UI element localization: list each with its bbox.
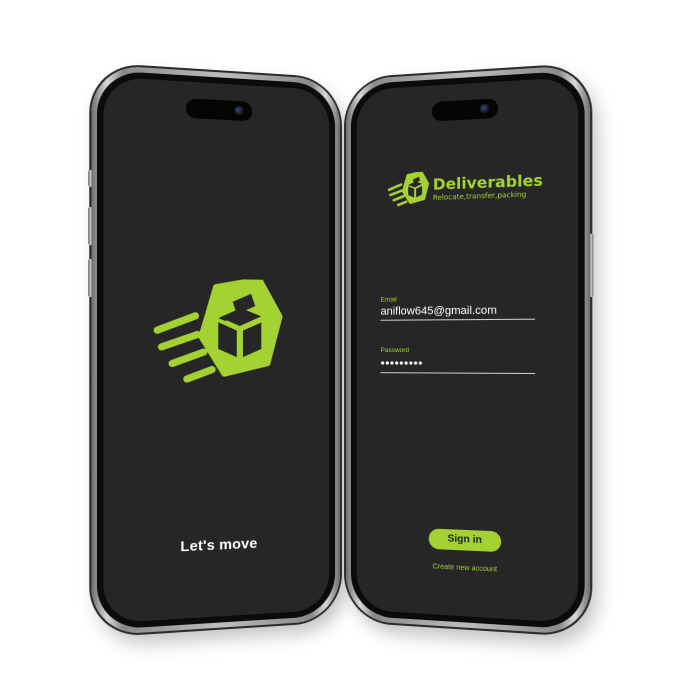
volume-up-button	[88, 206, 93, 246]
dynamic-island	[185, 98, 253, 122]
login-screen: Deliverables Relocate,transfer,packing E…	[356, 76, 579, 624]
splash-tagline: Let's move	[180, 534, 258, 555]
brand-text: Deliverables Relocate,transfer,packing	[432, 171, 543, 203]
splash-screen: Let's move	[103, 76, 330, 624]
action-button	[88, 169, 93, 188]
camera-icon	[480, 103, 490, 114]
email-input[interactable]: aniflow645@gmail.com	[380, 304, 536, 321]
create-account-link[interactable]: Create new account	[357, 560, 578, 578]
phone-login: Deliverables Relocate,transfer,packing E…	[346, 64, 594, 636]
password-label: Password	[380, 346, 410, 355]
mockup-stage: Let's move Deliverables Relocate,transfe…	[0, 0, 700, 700]
brand-name: Deliverables	[432, 171, 543, 194]
brand-header: Deliverables Relocate,transfer,packing	[386, 167, 543, 210]
email-field[interactable]: Email aniflow645@gmail.com	[380, 295, 536, 321]
power-button	[589, 233, 594, 298]
password-input[interactable]: •••••••••	[380, 356, 536, 375]
volume-down-button	[88, 258, 93, 298]
box-delivery-logo-icon	[151, 278, 286, 393]
box-delivery-logo-icon	[386, 171, 430, 209]
dynamic-island	[431, 98, 498, 122]
password-field[interactable]: Password •••••••••	[380, 346, 536, 375]
brand-subtitle: Relocate,transfer,packing	[432, 190, 527, 203]
camera-icon	[234, 106, 244, 116]
email-label: Email	[380, 296, 397, 304]
sign-in-button[interactable]: Sign in	[428, 528, 502, 553]
phone-splash: Let's move	[88, 64, 340, 636]
